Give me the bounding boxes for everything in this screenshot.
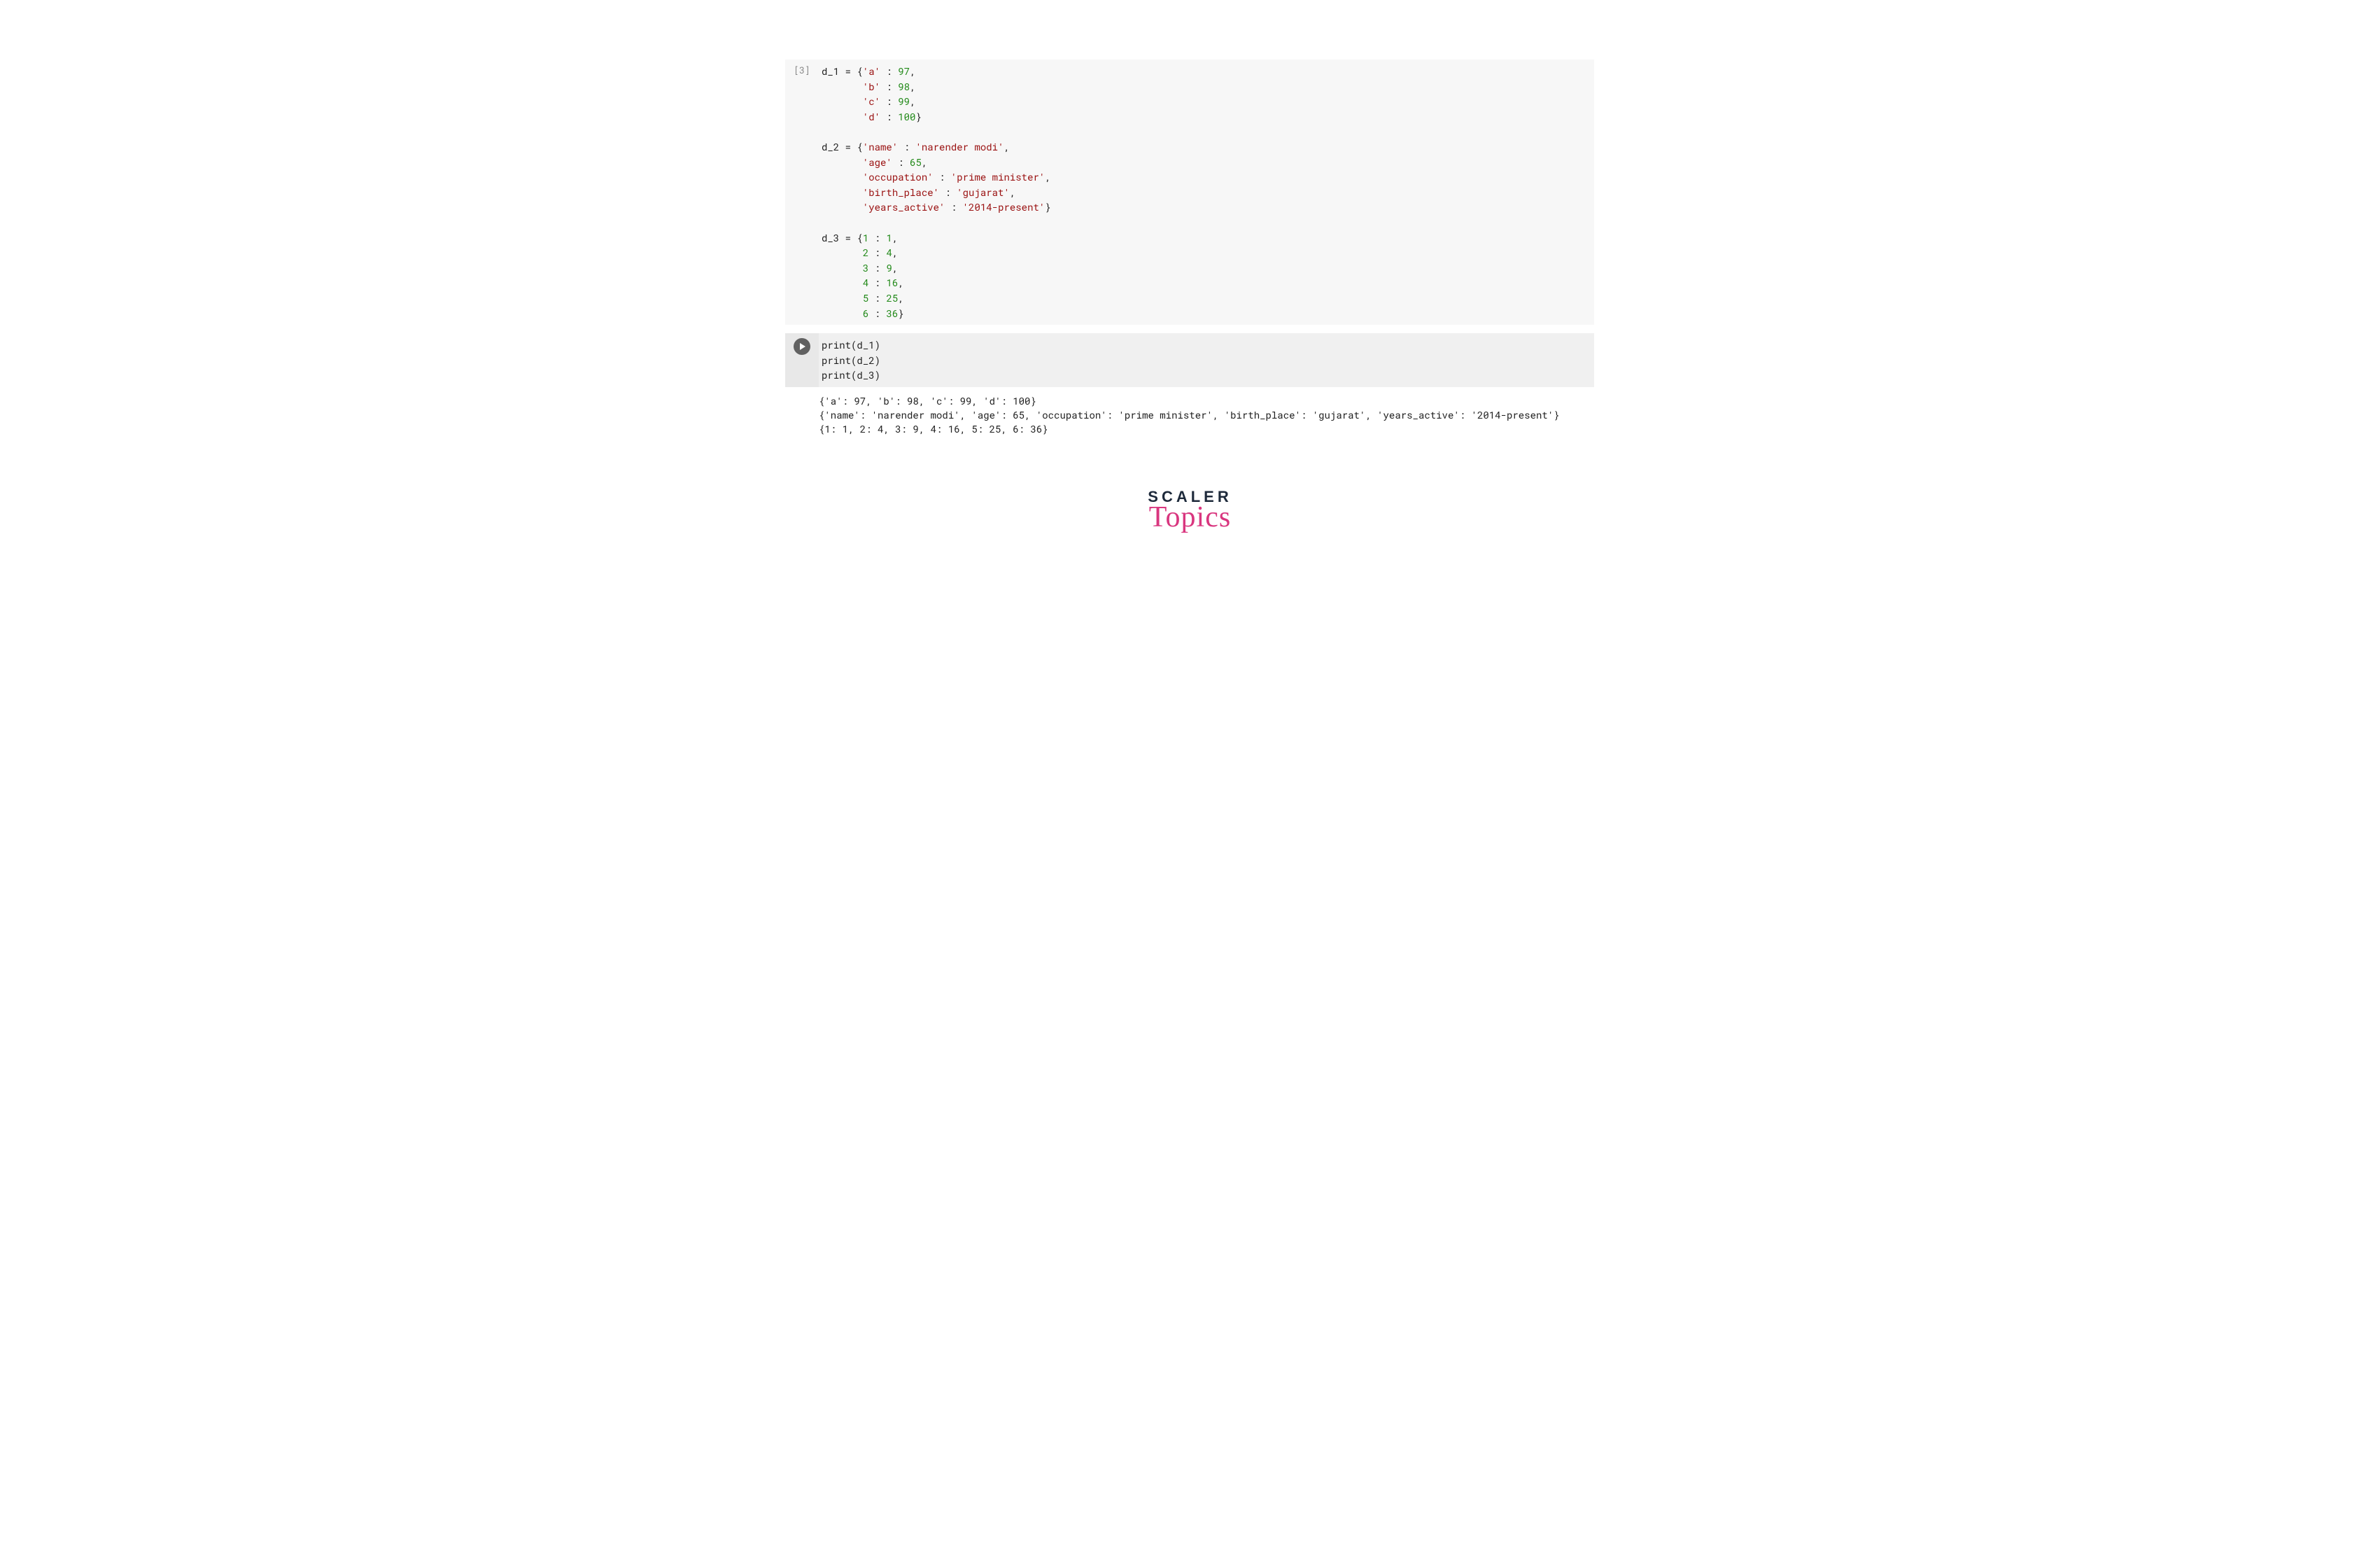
brand-logo: SCALER Topics [710, 488, 1670, 534]
cell-output: {'a': 97, 'b': 98, 'c': 99, 'd': 100} {'… [785, 387, 1594, 439]
notebook-page: [3] d_1 = {'a' : 97, 'b' : 98, 'c' : 99,… [710, 0, 1670, 576]
code-cell-2[interactable]: print(d_1) print(d_2) print(d_3) [785, 333, 1594, 387]
code-cell-1[interactable]: [3] d_1 = {'a' : 97, 'b' : 98, 'c' : 99,… [785, 59, 1594, 325]
cell-gutter [785, 333, 819, 387]
run-cell-button[interactable] [794, 338, 810, 355]
exec-count: [3] [794, 64, 810, 76]
logo-line-2: Topics [710, 500, 1670, 534]
play-icon [798, 342, 806, 351]
code-editor-2[interactable]: print(d_1) print(d_2) print(d_3) [819, 333, 1594, 387]
cell-gutter: [3] [785, 59, 819, 325]
code-editor-1[interactable]: d_1 = {'a' : 97, 'b' : 98, 'c' : 99, 'd'… [819, 59, 1594, 325]
